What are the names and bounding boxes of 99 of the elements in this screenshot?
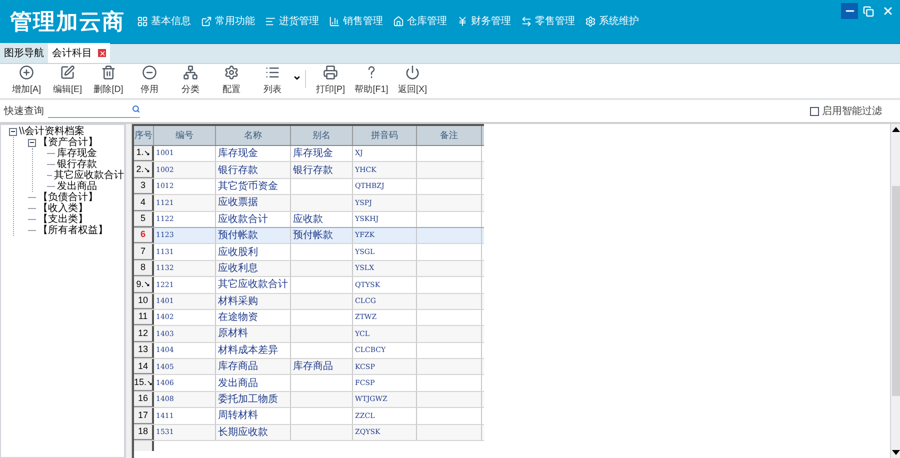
table-cell: 其它货币资金 <box>216 178 291 194</box>
printer-icon <box>323 65 338 80</box>
column-header[interactable]: 拼音码 <box>353 126 417 145</box>
external-link-icon <box>201 16 212 27</box>
row-number: 4 <box>134 195 154 211</box>
row-number: 18 <box>134 424 154 440</box>
tree-item[interactable]: 【收入类】 <box>38 203 88 214</box>
table-cell: 应收利息 <box>216 260 291 276</box>
app-title: 管理加云商 <box>10 8 125 36</box>
table-cell: 库存现金 <box>216 146 291 162</box>
settings-icon <box>224 65 239 80</box>
row-number: 10 <box>134 294 154 309</box>
scroll-thumb[interactable] <box>892 186 900 396</box>
toolbar-button[interactable]: 列表 <box>252 65 293 97</box>
row-number: 15. <box>134 375 154 391</box>
tree-item[interactable]: 【支出类】 <box>38 214 88 225</box>
toolbar-button[interactable]: 编辑[E] <box>47 65 88 97</box>
scroll-down-icon[interactable] <box>892 450 900 455</box>
table-cell: 材料成本差异 <box>216 342 291 358</box>
collapse-toggle-icon[interactable] <box>28 138 36 146</box>
arrows-icon <box>521 16 532 27</box>
table-cell: 库存现金 <box>291 146 353 162</box>
table-cell: 委托加工物质 <box>216 392 291 408</box>
table-cell: 发出商品 <box>216 375 291 391</box>
tree-item[interactable]: 【资产合计】 <box>38 137 98 148</box>
lines-icon <box>265 16 276 27</box>
table-cell: 库存商品 <box>291 359 353 374</box>
row-number: 17 <box>134 408 154 424</box>
row-number: 3 <box>134 178 154 194</box>
table-cell: 预付帐款 <box>291 228 353 244</box>
smart-filter-checkbox[interactable]: 启用智能过滤 <box>810 104 882 118</box>
table-cell: 原材料 <box>216 326 291 342</box>
settings-icon <box>585 16 596 27</box>
table-cell: 周转材料 <box>216 408 291 424</box>
house-icon <box>393 16 404 27</box>
trash-icon <box>101 65 116 80</box>
bar-chart-icon <box>329 16 340 27</box>
column-header[interactable]: 编号 <box>154 126 216 145</box>
search-field[interactable] <box>48 104 140 118</box>
tab[interactable]: 会计科目 <box>48 43 110 63</box>
collapse-toggle-icon[interactable] <box>9 128 17 136</box>
column-header[interactable]: 备注 <box>417 126 482 145</box>
toolbar-button[interactable]: 配置 <box>211 65 252 97</box>
row-number: 16 <box>134 392 154 408</box>
tree-item[interactable]: 银行存款 <box>57 159 97 170</box>
blocks-icon <box>183 65 198 80</box>
column-header[interactable]: 序号 <box>134 126 154 145</box>
toolbar-button[interactable]: 返回[X] <box>392 65 433 97</box>
table-cell: 长期应收款 <box>216 424 291 440</box>
restore-icon <box>863 6 874 16</box>
tree-item[interactable]: 【负债合计】 <box>38 192 98 203</box>
close-icon <box>882 5 894 17</box>
row-number: 12 <box>134 326 154 342</box>
toolbar-button[interactable]: 打印[P] <box>310 65 351 97</box>
row-number: 9. <box>134 277 154 293</box>
dropdown-caret-icon[interactable] <box>293 74 301 82</box>
row-number: 14 <box>134 359 154 374</box>
column-header[interactable]: 别名 <box>291 126 353 145</box>
search-icon <box>132 104 140 112</box>
table-cell: 预付帐款 <box>216 228 291 244</box>
row-number: 13 <box>134 342 154 358</box>
column-header[interactable]: 名称 <box>216 126 291 145</box>
add-icon <box>19 65 34 80</box>
toolbar-button[interactable]: 停用 <box>129 65 170 97</box>
table-cell: 应收票据 <box>216 195 291 211</box>
table-cell: 应收股利 <box>216 244 291 260</box>
row-number: 11 <box>134 310 154 326</box>
table-cell: 银行存款 <box>216 162 291 178</box>
minimize-button[interactable] <box>841 3 858 19</box>
tree-item[interactable]: 发出商品 <box>57 181 97 192</box>
close-icon[interactable] <box>98 49 106 57</box>
row-number: 5 <box>134 212 154 227</box>
toolbar-button[interactable]: 帮助[F1] <box>351 65 392 97</box>
table-cell: 材料采购 <box>216 294 291 309</box>
toolbar-button[interactable]: 分类 <box>170 65 211 97</box>
scroll-up-icon[interactable] <box>892 127 900 132</box>
vertical-scrollbar[interactable] <box>890 124 900 458</box>
power-icon <box>405 65 420 80</box>
yen-icon <box>457 16 468 27</box>
search-label: 快速查询 <box>4 104 44 118</box>
minus-circle-icon <box>142 65 157 80</box>
tree-item[interactable]: 【所有者权益】 <box>38 225 108 236</box>
list-icon <box>265 65 280 80</box>
toolbar-button[interactable]: 增加[A] <box>6 65 47 97</box>
tree-item[interactable]: \\会计资料档案 <box>19 126 85 137</box>
table-cell: 库存商品 <box>216 359 291 374</box>
toolbar-button[interactable]: 删除[D] <box>88 65 129 97</box>
table-cell: 银行存款 <box>291 162 353 178</box>
tree-item[interactable]: 其它应收款合计 <box>54 170 124 181</box>
row-number: 1. <box>134 146 154 162</box>
row-number: 7 <box>134 244 154 260</box>
row-number: 8 <box>134 260 154 276</box>
grid-icon <box>137 16 148 27</box>
tree-item[interactable]: 库存现金 <box>57 148 97 159</box>
table-cell: 在途物资 <box>216 310 291 326</box>
row-number: 2. <box>134 162 154 178</box>
row-number: 6 <box>134 228 154 244</box>
edit-icon <box>60 65 75 80</box>
table-cell: 其它应收款合计 <box>216 277 291 293</box>
